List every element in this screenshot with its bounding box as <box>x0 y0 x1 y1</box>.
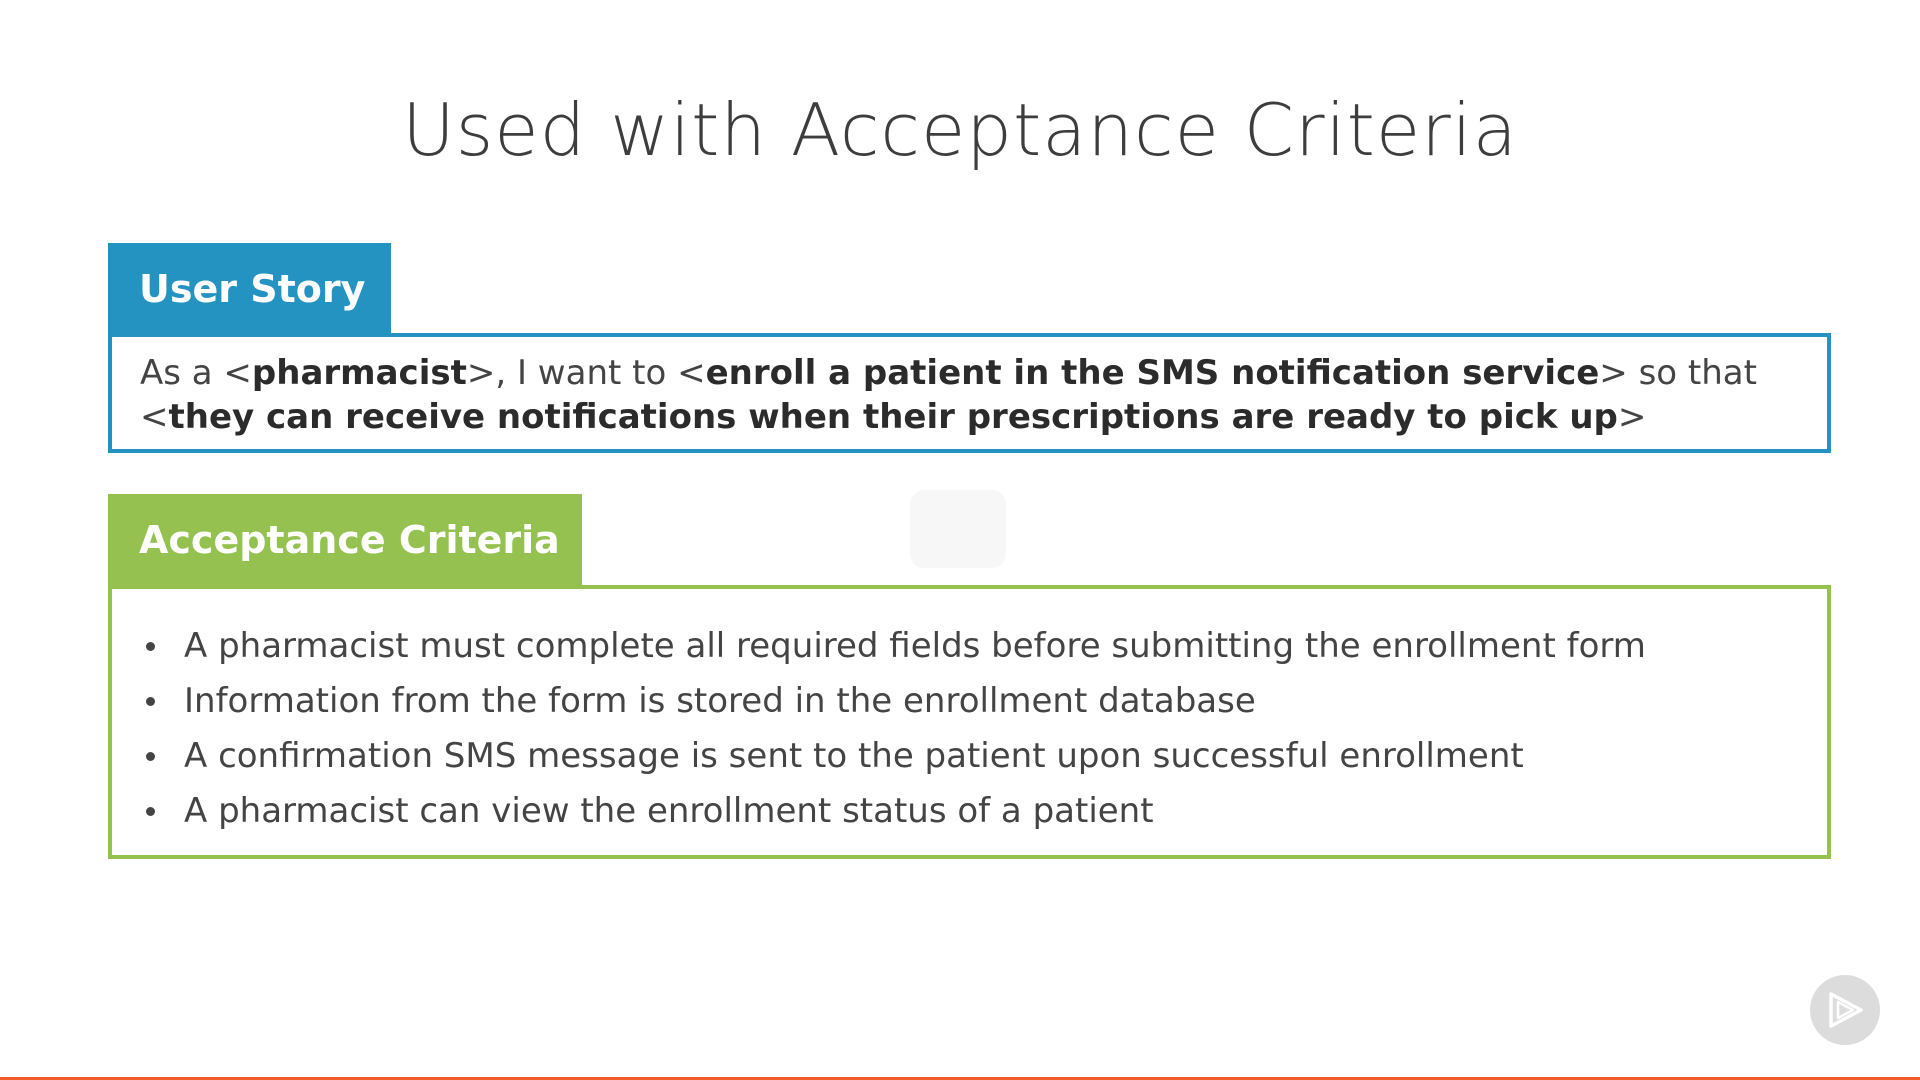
user-story-text: > <box>1617 397 1647 437</box>
user-story-text: As a < <box>140 353 252 393</box>
criteria-text: Information from the form is stored in t… <box>184 681 1256 721</box>
acceptance-criteria-panel: A pharmacist must complete all required … <box>108 585 1831 859</box>
user-story-panel: As a <pharmacist>, I want to <enroll a p… <box>108 333 1831 453</box>
bullet-icon <box>146 752 155 761</box>
user-story-line-1: As a <pharmacist>, I want to <enroll a p… <box>140 351 1827 395</box>
bullet-icon <box>146 642 155 651</box>
criteria-item: A pharmacist can view the enrollment sta… <box>140 784 1827 839</box>
bullet-icon <box>146 697 155 706</box>
slide-title: Used with Acceptance Criteria <box>402 88 1518 172</box>
user-story-role: pharmacist <box>251 353 467 393</box>
play-icon <box>1829 992 1863 1028</box>
criteria-list: A pharmacist must complete all required … <box>140 619 1827 839</box>
user-story-text: >, I want to < <box>466 353 706 393</box>
user-story-text: < <box>140 397 169 437</box>
user-story-line-2: <they can receive notifications when the… <box>140 395 1827 439</box>
user-story-benefit: they can receive notifications when thei… <box>168 397 1618 437</box>
user-story-tab: User Story <box>108 243 391 335</box>
criteria-text: A pharmacist can view the enrollment sta… <box>184 791 1154 831</box>
user-story-text: > so that <box>1599 353 1757 393</box>
play-button[interactable] <box>1810 975 1880 1045</box>
bullet-icon <box>146 807 155 816</box>
criteria-item: Information from the form is stored in t… <box>140 674 1827 729</box>
acceptance-criteria-tab: Acceptance Criteria <box>108 494 582 586</box>
criteria-text: A pharmacist must complete all required … <box>184 626 1646 666</box>
watermark-shape <box>910 490 1006 568</box>
user-story-goal: enroll a patient in the SMS notification… <box>705 353 1600 393</box>
criteria-item: A pharmacist must complete all required … <box>140 619 1827 674</box>
criteria-text: A confirmation SMS message is sent to th… <box>184 736 1524 776</box>
criteria-item: A confirmation SMS message is sent to th… <box>140 729 1827 784</box>
